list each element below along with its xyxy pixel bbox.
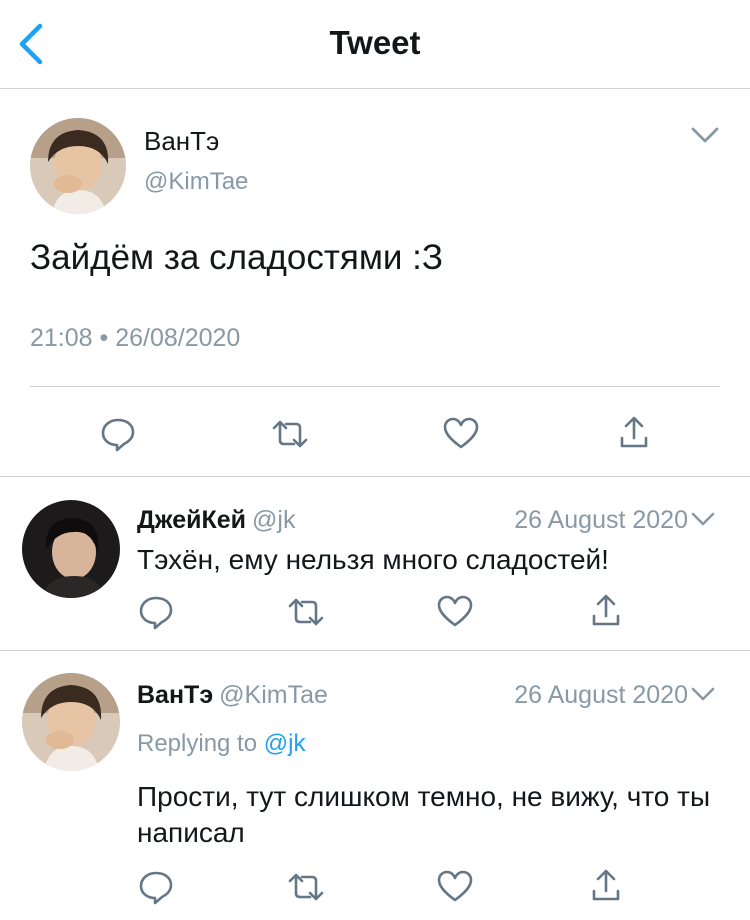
avatar[interactable] <box>22 500 120 598</box>
share-button[interactable] <box>590 592 622 628</box>
share-icon <box>592 594 620 626</box>
tweet-text: Зайдём за сладостями :З <box>30 238 444 277</box>
replying-to: Replying to @jk <box>137 730 305 758</box>
more-options-button[interactable] <box>688 509 718 529</box>
avatar[interactable] <box>30 118 126 214</box>
heart-icon <box>437 870 473 902</box>
retweet-icon <box>272 420 308 448</box>
reply-date: 26 August 2020 <box>514 506 688 534</box>
more-options-button[interactable] <box>688 684 718 704</box>
retweet-icon <box>288 873 324 901</box>
tweet-actions <box>0 408 750 458</box>
page-title: Tweet <box>329 24 421 61</box>
reply-date: 26 August 2020 <box>514 681 688 709</box>
reply-button[interactable] <box>138 869 174 905</box>
retweet-button[interactable] <box>286 871 326 903</box>
chevron-down-icon <box>691 512 715 526</box>
reply-header: ВанТэ @KimTae <box>137 681 328 710</box>
like-button[interactable] <box>436 869 474 903</box>
avatar[interactable] <box>22 673 120 771</box>
chevron-down-icon <box>691 687 715 701</box>
author-handle[interactable]: @KimTae <box>144 168 248 196</box>
reply-item[interactable]: ВанТэ @KimTae 26 August 2020 Replying to … <box>0 651 750 920</box>
reply-icon <box>139 596 173 630</box>
replying-to-label: Replying to <box>137 730 258 757</box>
chevron-down-icon <box>691 127 719 143</box>
more-options-button[interactable] <box>690 125 720 145</box>
reply-button[interactable] <box>138 594 174 630</box>
mention-link[interactable]: @jk <box>264 730 306 757</box>
author-name[interactable]: ВанТэ <box>137 681 213 709</box>
main-tweet: ВанТэ @KimTae Зайдём за сладостями :З 21… <box>0 88 750 477</box>
reply-text: Прости, тут слишком темно, не вижу, что … <box>137 781 711 848</box>
share-icon <box>620 416 648 448</box>
share-icon <box>592 869 620 901</box>
reply-icon <box>101 418 135 452</box>
reply-text: Тэхён, ему нельзя много сладостей! <box>137 544 609 575</box>
reply-icon <box>139 871 173 905</box>
author-name[interactable]: ВанТэ <box>144 126 219 157</box>
share-button[interactable] <box>618 414 650 450</box>
nav-bar: Tweet <box>0 0 750 89</box>
retweet-icon <box>288 598 324 626</box>
reply-button[interactable] <box>100 416 136 452</box>
author-handle[interactable]: @jk <box>252 506 295 534</box>
author-handle[interactable]: @KimTae <box>219 681 328 709</box>
like-button[interactable] <box>442 416 480 450</box>
heart-icon <box>443 417 479 449</box>
reply-item[interactable]: ДжейКей @jk 26 August 2020 Тэхён, ему нел… <box>0 476 750 651</box>
tweet-timestamp: 21:08 • 26/08/2020 <box>30 324 241 352</box>
like-button[interactable] <box>436 594 474 628</box>
author-name[interactable]: ДжейКей <box>137 506 246 534</box>
reply-actions <box>0 594 750 634</box>
reply-actions <box>0 869 750 909</box>
divider <box>30 386 720 387</box>
share-button[interactable] <box>590 867 622 903</box>
retweet-button[interactable] <box>286 596 326 628</box>
heart-icon <box>437 595 473 627</box>
retweet-button[interactable] <box>270 418 310 450</box>
reply-header: ДжейКей @jk <box>137 506 295 535</box>
